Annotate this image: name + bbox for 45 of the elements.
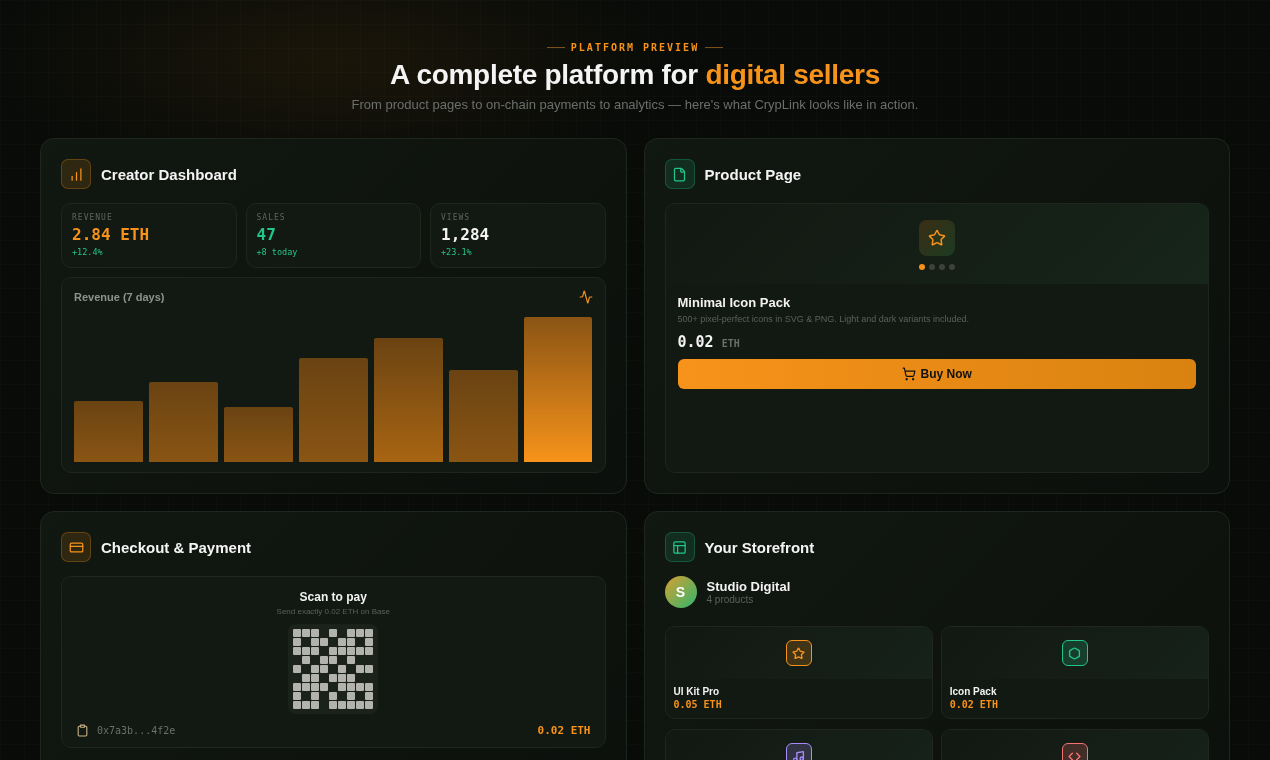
stat-value: 1,284 <box>441 225 490 244</box>
page-heading: A complete platform for digital sellers <box>390 59 880 91</box>
stat-label: VIEWS <box>441 213 471 222</box>
file-icon <box>664 159 695 189</box>
carousel-dot[interactable] <box>928 264 935 270</box>
product-count: 4 products <box>706 594 754 605</box>
stat-label: REVENUE <box>72 213 113 222</box>
product-tile[interactable]: Icon Pack 0.02 ETH <box>940 626 1209 719</box>
credit-card-icon <box>61 532 91 562</box>
tile-name: UI Kit Pro <box>673 686 720 697</box>
payment-heading: Scan to pay <box>299 590 367 604</box>
store-name: Studio Digital <box>706 579 791 594</box>
payment-amount: 0.02 ETH <box>537 724 591 737</box>
card-title: Checkout & Payment <box>101 538 252 556</box>
product-name: Minimal Icon Pack <box>677 295 791 310</box>
product-description: 500+ pixel-perfect icons in SVG & PNG. Light and dark variants included. <box>677 314 969 324</box>
product-price: 0.02 <box>677 333 714 351</box>
bar-chart-icon <box>61 159 91 189</box>
card-title: Product Page <box>704 165 802 183</box>
page-subtitle: From product pages to on-chain payments to analytics — here's what CrypLink looks like in action. <box>351 97 919 112</box>
tile-name: Icon Pack <box>949 686 997 697</box>
section-kicker: PLATFORM PREVIEW <box>570 42 700 53</box>
buy-now-button[interactable]: Buy Now <box>677 359 1196 389</box>
card-title: Creator Dashboard <box>101 165 237 183</box>
activity-icon <box>578 290 593 304</box>
chart-title: Revenue (7 days) <box>74 291 165 303</box>
currency-label: ETH <box>721 338 740 349</box>
carousel-dot[interactable] <box>918 264 925 270</box>
layout-icon <box>664 532 695 562</box>
store-avatar: S <box>664 576 697 608</box>
stat-change: +23.1% <box>441 247 472 257</box>
tile-price: 0.02 ETH <box>949 699 998 710</box>
stat-change: +8 today <box>256 247 298 257</box>
stat-label: SALES <box>256 213 286 222</box>
card-title: Your Storefront <box>704 538 815 556</box>
product-tile[interactable]: UI Kit Pro 0.05 ETH <box>664 626 933 719</box>
stat-value: 2.84 ETH <box>72 225 150 244</box>
carousel-dot[interactable] <box>948 264 955 270</box>
stat-change: +12.4% <box>72 247 103 257</box>
cart-icon <box>901 367 916 381</box>
wallet-address: 0x7a3b...4f2e <box>97 725 176 736</box>
stat-value: 47 <box>256 225 276 244</box>
carousel-dot[interactable] <box>938 264 945 270</box>
tile-price: 0.05 ETH <box>673 699 722 710</box>
clipboard-icon[interactable] <box>76 724 89 737</box>
